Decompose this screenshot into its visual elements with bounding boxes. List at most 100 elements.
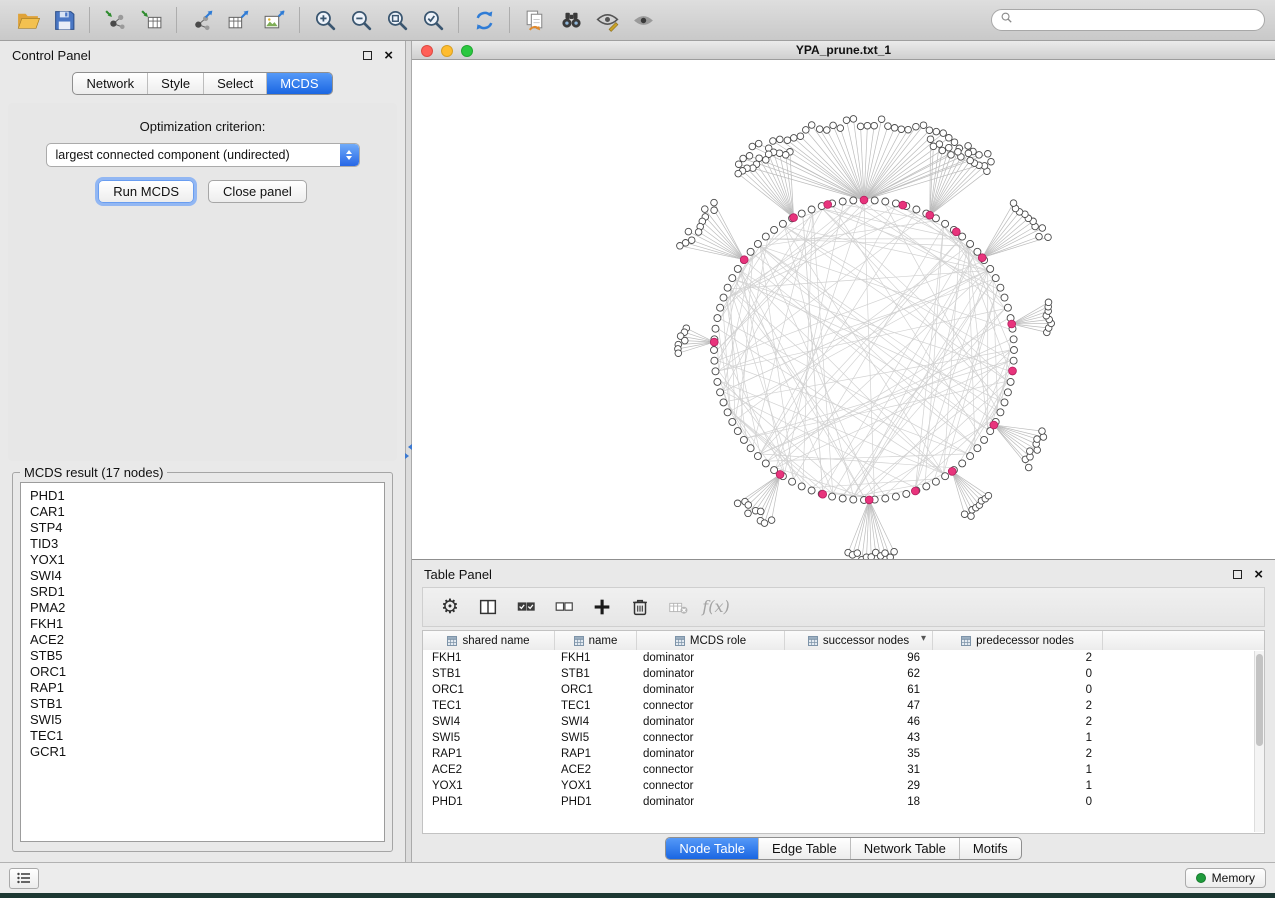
table-row[interactable]: FKH1FKH1dominator962	[423, 650, 1264, 666]
open-session-button[interactable]	[10, 4, 46, 36]
mcds-result-item[interactable]: STB1	[30, 696, 375, 712]
cell-name: SWI4	[555, 714, 637, 730]
tab-motifs[interactable]: Motifs	[960, 838, 1021, 859]
application-window: Control Panel × NetworkStyleSelectMCDS O…	[0, 0, 1275, 898]
network-graph[interactable]	[412, 60, 1274, 559]
memory-button[interactable]: Memory	[1185, 868, 1266, 888]
deselect-all-button[interactable]	[547, 591, 581, 623]
annotation-eye-button[interactable]	[589, 4, 625, 36]
window-minimize-button[interactable]	[441, 45, 453, 57]
window-maximize-button[interactable]	[461, 45, 473, 57]
close-panel-button[interactable]: Close panel	[208, 180, 307, 203]
task-history-button[interactable]	[9, 868, 39, 889]
tab-mcds[interactable]: MCDS	[267, 73, 331, 94]
table-row[interactable]: YOX1YOX1connector291	[423, 778, 1264, 794]
deselect-all-icon	[553, 596, 575, 618]
mcds-result-item[interactable]: PHD1	[30, 488, 375, 504]
column-header-predecessor-nodes[interactable]: predecessor nodes	[933, 631, 1103, 650]
tab-network-table[interactable]: Network Table	[851, 838, 960, 859]
cell-shared-name: SWI5	[423, 730, 555, 746]
cell-predecessor-nodes: 2	[933, 714, 1103, 730]
panel-splitter[interactable]	[405, 41, 412, 862]
mcds-result-item[interactable]: ACE2	[30, 632, 375, 648]
import-table-button[interactable]	[133, 4, 169, 36]
tab-edge-table[interactable]: Edge Table	[759, 838, 851, 859]
mcds-result-item[interactable]: STB5	[30, 648, 375, 664]
criterion-select-value: largest connected component (undirected)	[47, 148, 290, 162]
import-network-button[interactable]	[97, 4, 133, 36]
mcds-result-item[interactable]: CAR1	[30, 504, 375, 520]
mcds-result-item[interactable]: YOX1	[30, 552, 375, 568]
toolbar-separator	[89, 7, 90, 33]
mcds-result-item[interactable]: RAP1	[30, 680, 375, 696]
export-network-button[interactable]	[184, 4, 220, 36]
table-row[interactable]: TEC1TEC1connector472	[423, 698, 1264, 714]
annotation-eye-icon	[595, 8, 620, 33]
mcds-result-item[interactable]: SRD1	[30, 584, 375, 600]
search-input[interactable]	[1014, 13, 1257, 27]
criterion-select[interactable]: largest connected component (undirected)	[46, 143, 360, 167]
function-button[interactable]: f(x)	[699, 591, 733, 623]
clone-network-button[interactable]	[517, 4, 553, 36]
sort-chevron-icon[interactable]: ▾	[921, 633, 926, 644]
select-all-button[interactable]	[509, 591, 543, 623]
window-close-button[interactable]	[421, 45, 433, 57]
save-session-button[interactable]	[46, 4, 82, 36]
clear-table-button[interactable]	[661, 591, 695, 623]
column-type-icon	[574, 636, 584, 646]
table-row[interactable]: SWI5SWI5connector431	[423, 730, 1264, 746]
cell-shared-name: STB1	[423, 666, 555, 682]
column-header-name[interactable]: name	[555, 631, 637, 650]
search-box[interactable]	[991, 9, 1265, 31]
zoom-in-button[interactable]	[307, 4, 343, 36]
export-table-button[interactable]	[220, 4, 256, 36]
zoom-fit-button[interactable]	[379, 4, 415, 36]
search-network-button[interactable]	[553, 4, 589, 36]
table-row[interactable]: SWI4SWI4dominator462	[423, 714, 1264, 730]
network-canvas[interactable]	[412, 60, 1275, 559]
add-row-button[interactable]	[585, 591, 619, 623]
delete-row-button[interactable]	[623, 591, 657, 623]
export-image-button[interactable]	[256, 4, 292, 36]
cell-MCDS-role: dominator	[637, 746, 785, 762]
cell-successor-nodes: 96	[785, 650, 933, 666]
mcds-result-item[interactable]: TEC1	[30, 728, 375, 744]
mcds-result-item[interactable]: SWI5	[30, 712, 375, 728]
mcds-result-item[interactable]: FKH1	[30, 616, 375, 632]
column-header-MCDS-role[interactable]: MCDS role	[637, 631, 785, 650]
float-panel-icon[interactable]	[363, 51, 372, 60]
mcds-result-item[interactable]: GCR1	[30, 744, 375, 760]
cell-MCDS-role: connector	[637, 730, 785, 746]
columns-button[interactable]	[471, 591, 505, 623]
column-header-shared-name[interactable]: shared name	[423, 631, 555, 650]
zoom-selected-button[interactable]	[415, 4, 451, 36]
table-row[interactable]: STB1STB1dominator620	[423, 666, 1264, 682]
mcds-result-item[interactable]: ORC1	[30, 664, 375, 680]
scrollbar-thumb[interactable]	[1256, 654, 1263, 746]
close-panel-icon[interactable]: ×	[384, 51, 393, 61]
table-row[interactable]: PHD1PHD1dominator180	[423, 794, 1264, 810]
refresh-button[interactable]	[466, 4, 502, 36]
mcds-result-item[interactable]: PMA2	[30, 600, 375, 616]
show-graphics-button[interactable]	[625, 4, 661, 36]
tab-select[interactable]: Select	[204, 73, 267, 94]
tab-node-table[interactable]: Node Table	[666, 838, 759, 859]
run-mcds-button[interactable]: Run MCDS	[98, 180, 194, 203]
gear-button[interactable]: ⚙	[433, 591, 467, 623]
float-table-panel-icon[interactable]	[1233, 570, 1242, 579]
table-scrollbar[interactable]	[1254, 651, 1264, 832]
table-header-row: shared namenameMCDS rolesuccessor nodes▾…	[423, 631, 1264, 650]
column-header-successor-nodes[interactable]: successor nodes▾	[785, 631, 933, 650]
close-table-panel-icon[interactable]: ×	[1254, 570, 1263, 580]
control-panel: Control Panel × NetworkStyleSelectMCDS O…	[0, 41, 405, 862]
import-network-icon	[103, 8, 128, 33]
tab-network[interactable]: Network	[73, 73, 148, 94]
zoom-out-button[interactable]	[343, 4, 379, 36]
tab-style[interactable]: Style	[148, 73, 204, 94]
table-row[interactable]: ORC1ORC1dominator610	[423, 682, 1264, 698]
mcds-result-item[interactable]: SWI4	[30, 568, 375, 584]
table-row[interactable]: ACE2ACE2connector311	[423, 762, 1264, 778]
mcds-result-item[interactable]: STP4	[30, 520, 375, 536]
table-row[interactable]: RAP1RAP1dominator352	[423, 746, 1264, 762]
mcds-result-item[interactable]: TID3	[30, 536, 375, 552]
